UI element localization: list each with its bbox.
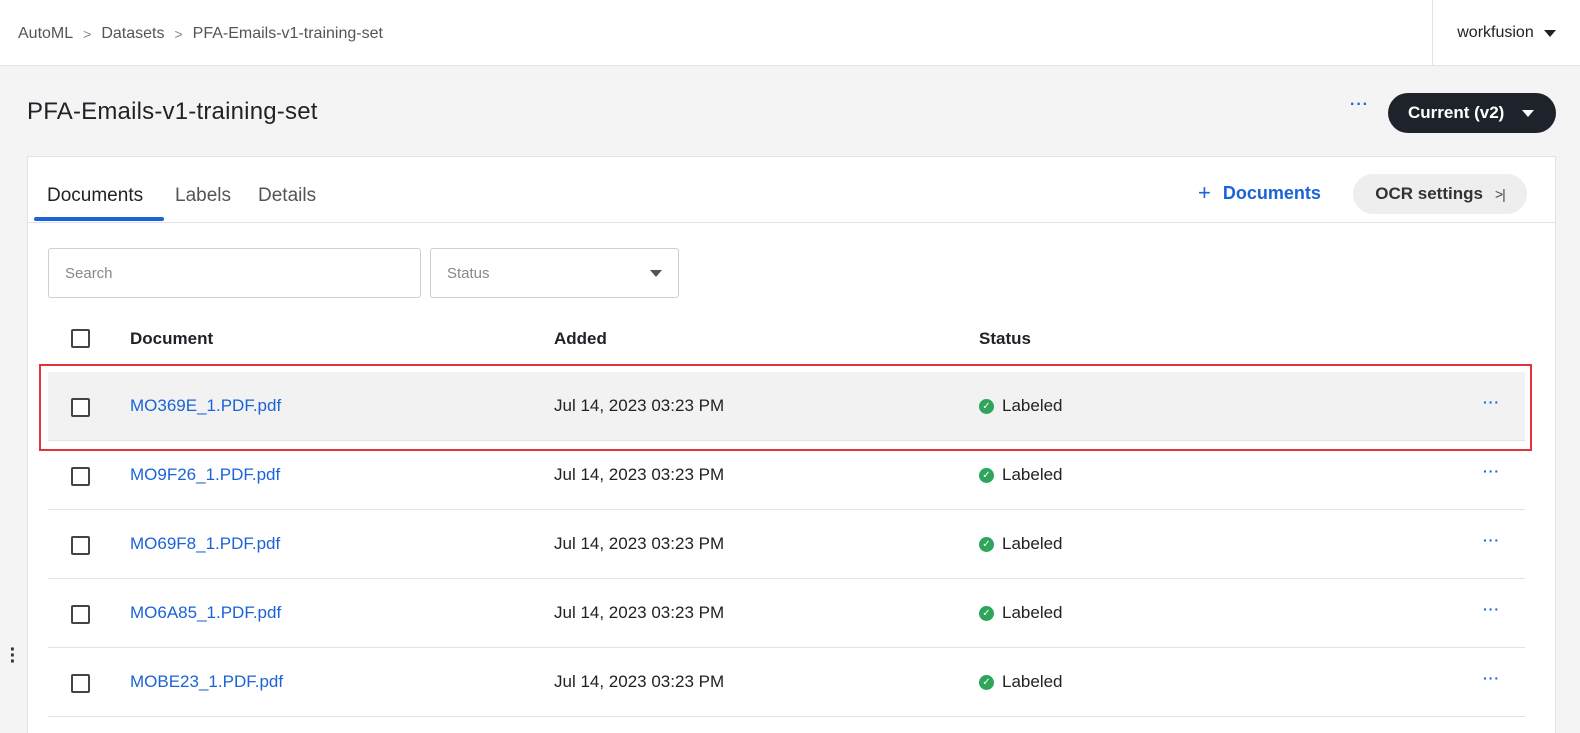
status-label: Labeled <box>1002 465 1063 484</box>
added-date: Jul 14, 2023 03:23 PM <box>554 465 725 484</box>
breadcrumb-datasets[interactable]: Datasets <box>101 25 164 43</box>
table-row[interactable]: MO369E_1.PDF.pdf Jul 14, 2023 03:23 PM ✓… <box>48 372 1525 441</box>
more-horizontal-icon[interactable]: ··· <box>1483 532 1500 548</box>
table-row[interactable]: MO9F26_1.PDF.pdf Jul 14, 2023 03:23 PM ✓… <box>48 441 1525 510</box>
breadcrumb: AutoML > Datasets > PFA-Emails-v1-traini… <box>18 25 383 43</box>
status-label: Labeled <box>1002 603 1063 622</box>
caret-down-icon <box>1543 29 1556 37</box>
check-circle-icon: ✓ <box>979 605 994 621</box>
document-link[interactable]: MO69F8_1.PDF.pdf <box>130 534 280 554</box>
table-header: Document Added Status <box>48 317 1525 361</box>
more-horizontal-icon[interactable]: ··· <box>1483 394 1500 410</box>
status-label: Labeled <box>1002 396 1063 415</box>
more-vertical-icon[interactable]: · · · <box>9 640 17 672</box>
user-menu[interactable]: workfusion <box>1432 0 1580 66</box>
row-checkbox[interactable] <box>71 398 90 417</box>
added-date: Jul 14, 2023 03:23 PM <box>554 672 725 691</box>
document-link[interactable]: MO6A85_1.PDF.pdf <box>130 603 281 623</box>
sidebar-collapse-icon: >| <box>1494 186 1506 202</box>
plus-icon: + <box>1198 180 1211 205</box>
tab-documents[interactable]: Documents <box>47 185 143 207</box>
row-checkbox[interactable] <box>71 467 90 486</box>
row-checkbox[interactable] <box>71 605 90 624</box>
table-row[interactable]: MO6A85_1.PDF.pdf Jul 14, 2023 03:23 PM ✓… <box>48 579 1525 648</box>
caret-down-icon <box>650 269 662 277</box>
documents-card: Documents Labels Details + Documents OCR… <box>27 156 1556 733</box>
table-row[interactable]: MO69F8_1.PDF.pdf Jul 14, 2023 03:23 PM ✓… <box>48 510 1525 579</box>
document-link[interactable]: MOBE23_1.PDF.pdf <box>130 672 283 692</box>
table-row[interactable]: MOBE23_1.PDF.pdf Jul 14, 2023 03:23 PM ✓… <box>48 648 1525 717</box>
active-tab-indicator <box>34 217 164 221</box>
ocr-settings-button[interactable]: OCR settings >| <box>1353 174 1527 214</box>
more-horizontal-icon[interactable]: ··· <box>1483 601 1500 617</box>
column-document[interactable]: Document <box>130 329 213 349</box>
more-horizontal-icon[interactable]: ··· <box>1350 96 1369 114</box>
page-title: PFA-Emails-v1-training-set <box>27 98 318 125</box>
chevron-right-icon: > <box>174 26 183 42</box>
row-checkbox[interactable] <box>71 536 90 555</box>
status-label: Labeled <box>1002 534 1063 553</box>
breadcrumb-current: PFA-Emails-v1-training-set <box>192 25 383 42</box>
document-link[interactable]: MO369E_1.PDF.pdf <box>130 396 281 416</box>
user-name: workfusion <box>1457 24 1534 41</box>
status-cell: ✓ Labeled <box>979 396 1063 416</box>
chevron-right-icon: > <box>83 26 92 42</box>
status-cell: ✓ Labeled <box>979 465 1063 485</box>
check-circle-icon: ✓ <box>979 674 994 690</box>
version-button[interactable]: Current (v2) <box>1388 93 1556 133</box>
status-label: Labeled <box>1002 672 1063 691</box>
check-circle-icon: ✓ <box>979 467 994 483</box>
status-cell: ✓ Labeled <box>979 534 1063 554</box>
added-date: Jul 14, 2023 03:23 PM <box>554 534 725 553</box>
status-filter-placeholder: Status <box>447 264 490 282</box>
add-documents-label: Documents <box>1222 182 1321 203</box>
column-status[interactable]: Status <box>979 329 1031 349</box>
status-filter-select[interactable]: Status <box>430 248 679 298</box>
select-all-checkbox[interactable] <box>71 329 90 348</box>
more-horizontal-icon[interactable]: ··· <box>1483 670 1500 686</box>
row-checkbox[interactable] <box>71 674 90 693</box>
caret-down-icon <box>1522 109 1534 117</box>
added-date: Jul 14, 2023 03:23 PM <box>554 603 725 622</box>
status-cell: ✓ Labeled <box>979 672 1063 692</box>
status-cell: ✓ Labeled <box>979 603 1063 623</box>
check-circle-icon: ✓ <box>979 398 994 414</box>
tab-details[interactable]: Details <box>258 185 316 207</box>
column-added[interactable]: Added <box>554 329 607 349</box>
tab-labels[interactable]: Labels <box>175 185 231 207</box>
tab-bar: Documents Labels Details + Documents OCR… <box>28 157 1555 223</box>
version-label: Current (v2) <box>1408 103 1505 122</box>
document-link[interactable]: MO9F26_1.PDF.pdf <box>130 465 280 485</box>
top-bar: AutoML > Datasets > PFA-Emails-v1-traini… <box>0 0 1580 66</box>
added-date: Jul 14, 2023 03:23 PM <box>554 396 725 415</box>
check-circle-icon: ✓ <box>979 536 994 552</box>
search-input[interactable] <box>48 248 421 298</box>
add-documents-button[interactable]: + Documents <box>1198 182 1321 204</box>
more-horizontal-icon[interactable]: ··· <box>1483 463 1500 479</box>
ocr-settings-label: OCR settings <box>1375 184 1483 203</box>
breadcrumb-automl[interactable]: AutoML <box>18 25 73 43</box>
